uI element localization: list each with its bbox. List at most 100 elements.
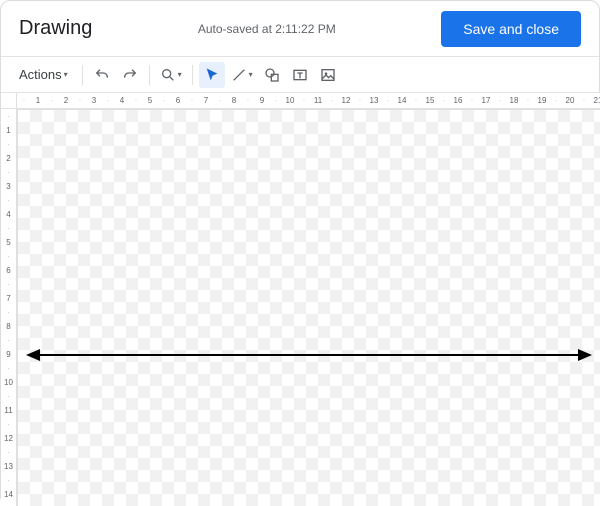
- ruler-tick: ·: [437, 96, 451, 105]
- actions-label: Actions: [19, 67, 62, 82]
- arrowhead-right-icon: [578, 349, 592, 361]
- toolbar-separator: [82, 65, 83, 85]
- ruler-tick: ·: [1, 277, 16, 291]
- ruler-tick: ·: [101, 96, 115, 105]
- ruler-tick: 4: [1, 207, 16, 221]
- toolbar-separator: [149, 65, 150, 85]
- ruler-tick: 3: [87, 96, 101, 105]
- ruler-tick: 1: [31, 96, 45, 105]
- ruler-tick: ·: [353, 96, 367, 105]
- ruler-horizontal[interactable]: ·1·2·3·4·5·6·7·8·9·10·11·12·13·14·15·16·…: [17, 93, 600, 109]
- ruler-tick: 11: [1, 403, 16, 417]
- ruler-tick: 17: [479, 96, 493, 105]
- ruler-tick: ·: [1, 333, 16, 347]
- ruler-tick: 13: [1, 459, 16, 473]
- ruler-corner: [1, 93, 17, 109]
- ruler-tick: ·: [577, 96, 591, 105]
- ruler-tick: 19: [535, 96, 549, 105]
- ruler-tick: ·: [45, 96, 59, 105]
- ruler-tick: 9: [1, 347, 16, 361]
- caret-down-icon: ▾: [249, 70, 253, 79]
- ruler-tick: 15: [423, 96, 437, 105]
- ruler-tick: 8: [1, 319, 16, 333]
- ruler-tick: ·: [297, 96, 311, 105]
- ruler-tick: ·: [521, 96, 535, 105]
- undo-icon: [94, 67, 110, 83]
- textbox-icon: [292, 67, 308, 83]
- ruler-tick: 12: [339, 96, 353, 105]
- ruler-tick: 6: [171, 96, 185, 105]
- line-tool-button[interactable]: ▾: [227, 62, 257, 88]
- redo-icon: [122, 67, 138, 83]
- ruler-tick: ·: [381, 96, 395, 105]
- ruler-tick: 7: [199, 96, 213, 105]
- actions-menu-button[interactable]: Actions ▾: [11, 62, 76, 88]
- ruler-tick: ·: [1, 361, 16, 375]
- zoom-button[interactable]: ▾: [156, 62, 186, 88]
- save-and-close-button[interactable]: Save and close: [441, 11, 581, 47]
- image-icon: [320, 67, 336, 83]
- ruler-tick: 16: [451, 96, 465, 105]
- ruler-tick: 8: [227, 96, 241, 105]
- dialog-title: Drawing: [19, 17, 92, 40]
- textbox-tool-button[interactable]: [287, 62, 313, 88]
- ruler-tick: ·: [493, 96, 507, 105]
- double-arrow-shape[interactable]: [26, 348, 592, 362]
- ruler-tick: 7: [1, 291, 16, 305]
- caret-down-icon: ▾: [64, 70, 68, 79]
- ruler-tick: ·: [1, 473, 16, 487]
- toolbar-separator: [192, 65, 193, 85]
- select-icon: [204, 67, 220, 83]
- toolbar: Actions ▾ ▾ ▾: [1, 57, 599, 93]
- shape-icon: [264, 67, 280, 83]
- workspace: ·1·2·3·4·5·6·7·8·9·10·11·12·13·14·15·16·…: [1, 93, 600, 506]
- redo-button[interactable]: [117, 62, 143, 88]
- arrowhead-left-icon: [26, 349, 40, 361]
- ruler-tick: ·: [129, 96, 143, 105]
- ruler-tick: ·: [1, 389, 16, 403]
- ruler-tick: ·: [73, 96, 87, 105]
- ruler-tick: ·: [1, 305, 16, 319]
- ruler-tick: 14: [395, 96, 409, 105]
- ruler-tick: ·: [157, 96, 171, 105]
- ruler-tick: ·: [269, 96, 283, 105]
- caret-down-icon: ▾: [178, 70, 182, 79]
- ruler-tick: 5: [143, 96, 157, 105]
- ruler-tick: 1: [1, 123, 16, 137]
- zoom-icon: [160, 67, 176, 83]
- image-tool-button[interactable]: [315, 62, 341, 88]
- ruler-tick: ·: [325, 96, 339, 105]
- dialog-header: Drawing Auto-saved at 2:11:22 PM Save an…: [1, 1, 599, 57]
- ruler-tick: ·: [1, 249, 16, 263]
- ruler-tick: ·: [213, 96, 227, 105]
- ruler-tick: ·: [549, 96, 563, 105]
- ruler-vertical[interactable]: ·1·2·3·4·5·6·7·8·9·10·11·12·13·14: [1, 109, 17, 506]
- shape-tool-button[interactable]: [259, 62, 285, 88]
- drawing-canvas[interactable]: [17, 109, 600, 506]
- ruler-tick: 10: [283, 96, 297, 105]
- ruler-tick: ·: [1, 417, 16, 431]
- ruler-tick: 20: [563, 96, 577, 105]
- ruler-tick: ·: [1, 193, 16, 207]
- ruler-tick: ·: [1, 221, 16, 235]
- ruler-tick: 11: [311, 96, 325, 105]
- ruler-tick: ·: [1, 165, 16, 179]
- ruler-tick: 12: [1, 431, 16, 445]
- ruler-tick: 18: [507, 96, 521, 105]
- ruler-tick: 13: [367, 96, 381, 105]
- undo-button[interactable]: [89, 62, 115, 88]
- ruler-tick: ·: [185, 96, 199, 105]
- ruler-tick: 9: [255, 96, 269, 105]
- arrow-line: [40, 354, 578, 356]
- ruler-tick: ·: [465, 96, 479, 105]
- ruler-tick: 4: [115, 96, 129, 105]
- ruler-tick: 21: [591, 96, 600, 105]
- select-tool-button[interactable]: [199, 62, 225, 88]
- ruler-tick: ·: [1, 445, 16, 459]
- ruler-tick: 5: [1, 235, 16, 249]
- ruler-tick: 6: [1, 263, 16, 277]
- autosave-status: Auto-saved at 2:11:22 PM: [92, 22, 441, 36]
- ruler-tick: 3: [1, 179, 16, 193]
- ruler-tick: 14: [1, 487, 16, 501]
- ruler-tick: ·: [1, 137, 16, 151]
